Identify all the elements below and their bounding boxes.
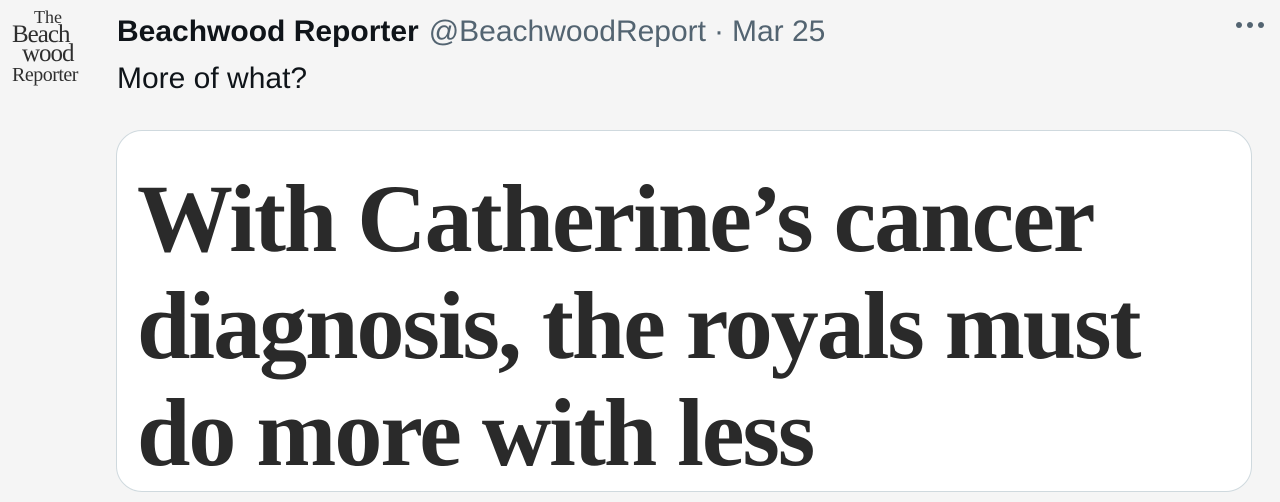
separator-dot: · xyxy=(714,15,724,48)
tweet-date[interactable]: Mar 25 xyxy=(732,15,825,49)
avatar-logo-text: wood xyxy=(22,40,75,67)
more-dots-icon[interactable] xyxy=(1234,16,1266,34)
tweet-text: More of what? xyxy=(117,62,308,95)
tweet-header: Beachwood Reporter @BeachwoodReport · Ma… xyxy=(117,14,825,50)
headline-image-text: With Catherine’s cancer diagnosis, the r… xyxy=(137,165,1141,486)
more-dot xyxy=(1258,22,1264,28)
more-dot xyxy=(1247,22,1253,28)
display-name[interactable]: Beachwood Reporter xyxy=(117,15,419,49)
avatar-logo-text: Reporter xyxy=(12,64,78,86)
more-dot xyxy=(1236,22,1242,28)
media-card[interactable]: With Catherine’s cancer diagnosis, the r… xyxy=(116,130,1252,492)
avatar[interactable]: The Beach wood Reporter xyxy=(8,8,100,94)
user-handle[interactable]: @BeachwoodReport xyxy=(429,15,706,49)
